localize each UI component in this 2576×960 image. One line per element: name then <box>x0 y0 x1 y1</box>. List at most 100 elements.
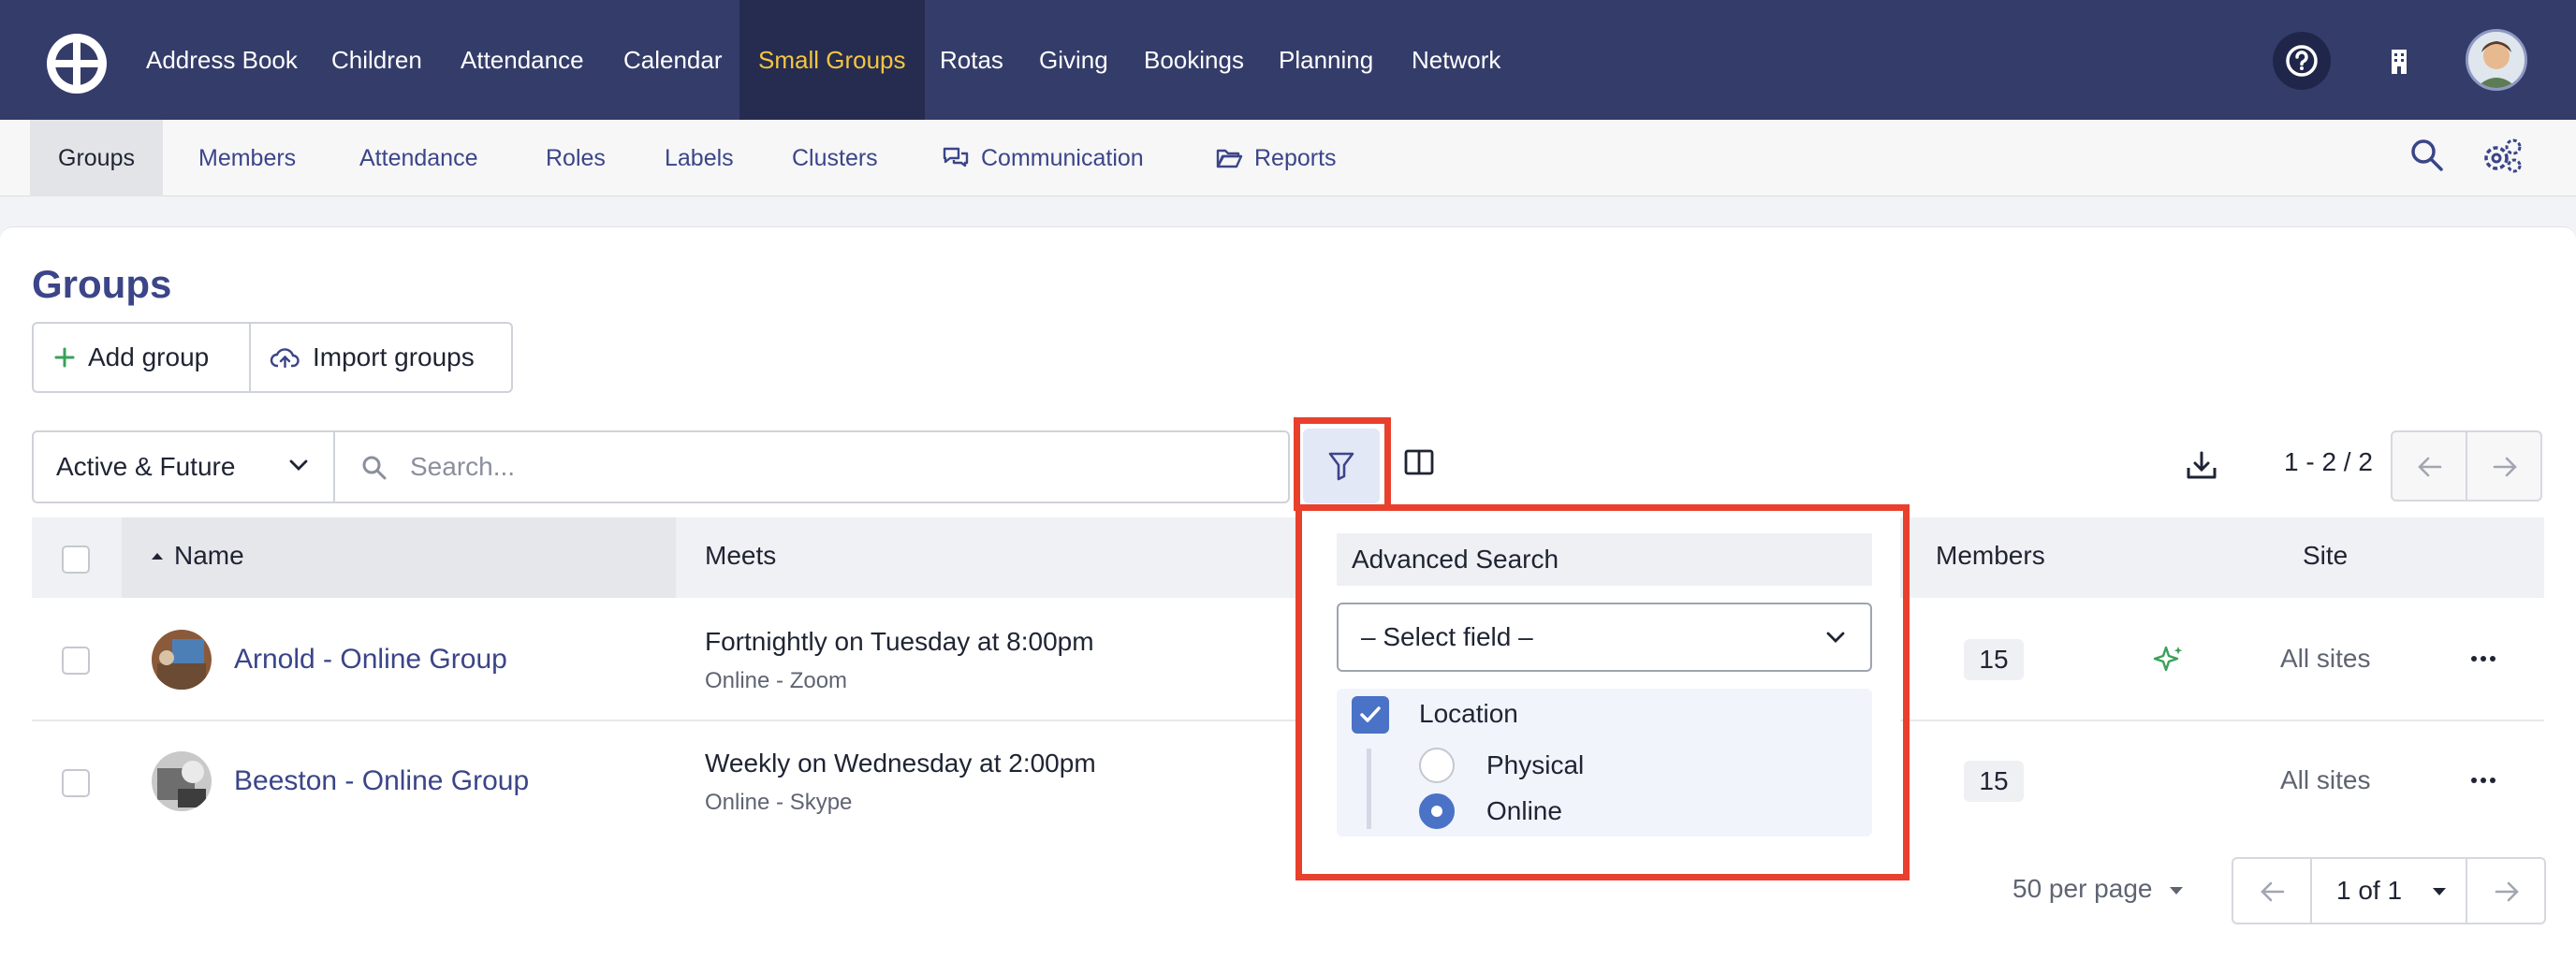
physical-radio-label: Physical <box>1486 750 1585 779</box>
per-page-value: 50 per page <box>2012 874 2153 903</box>
row-checkbox[interactable] <box>62 769 90 797</box>
sub-navigation-bar: Groups Members Attendance Roles Labels C… <box>0 120 2576 196</box>
meets-location: Online - Skype <box>705 790 853 815</box>
status-filter-value: Active & Future <box>56 452 236 481</box>
row-checkbox[interactable] <box>62 647 90 675</box>
subnav-members[interactable]: Members <box>170 120 324 196</box>
more-options-icon[interactable] <box>2469 769 2497 792</box>
caret-down-icon <box>2170 887 2184 895</box>
group-actions: Add group Import groups <box>32 322 513 393</box>
location-checkbox[interactable] <box>1352 696 1389 734</box>
folder-open-icon <box>1216 149 1243 168</box>
name-column-header[interactable]: Name <box>150 541 244 571</box>
meets-schedule: Weekly on Wednesday at 2:00pm <box>705 749 1096 778</box>
user-avatar[interactable] <box>2466 29 2527 91</box>
import-groups-label: Import groups <box>313 342 475 371</box>
bottom-previous-page-button[interactable] <box>2232 857 2312 924</box>
nav-children[interactable]: Children <box>313 0 441 120</box>
name-header-label: Name <box>174 541 244 570</box>
search-input[interactable] <box>410 445 1252 488</box>
nav-bookings[interactable]: Bookings <box>1125 0 1263 120</box>
select-field-value: – Select field – <box>1361 622 1533 651</box>
add-group-button[interactable]: Add group <box>54 324 209 391</box>
arrow-right-icon <box>2493 457 2517 477</box>
nav-planning[interactable]: Planning <box>1260 0 1392 120</box>
add-group-label: Add group <box>88 342 210 371</box>
nav-address-book[interactable]: Address Book <box>127 0 316 120</box>
columns-icon[interactable] <box>1404 449 1434 475</box>
nav-network[interactable]: Network <box>1393 0 1519 120</box>
filter-button-highlight <box>1294 417 1391 511</box>
group-name-link[interactable]: Arnold - Online Group <box>234 644 507 676</box>
status-filter-select[interactable]: Active & Future <box>32 430 335 503</box>
subnav-roles[interactable]: Roles <box>518 120 634 196</box>
sort-ascending-icon <box>152 553 163 560</box>
chevron-down-icon <box>1826 632 1845 643</box>
site-value: All sites <box>2280 644 2371 673</box>
previous-page-button[interactable] <box>2391 430 2467 502</box>
arrow-left-icon <box>2261 881 2285 902</box>
next-page-button[interactable] <box>2466 430 2542 502</box>
import-groups-button[interactable]: Import groups <box>270 324 475 391</box>
button-separator <box>249 324 251 391</box>
site-column-header[interactable]: Site <box>2303 541 2348 571</box>
subnav-reports[interactable]: Reports <box>1187 120 1365 196</box>
meets-location: Online - Zoom <box>705 668 848 693</box>
online-radio-label: Online <box>1486 796 1562 825</box>
location-label: Location <box>1419 699 1518 728</box>
nav-giving[interactable]: Giving <box>1020 0 1127 120</box>
meets-schedule: Fortnightly on Tuesday at 8:00pm <box>705 627 1094 656</box>
row-divider <box>32 720 2544 721</box>
plus-icon <box>54 347 75 368</box>
chat-bubbles-icon <box>943 147 969 167</box>
page-select[interactable]: 1 of 1 <box>2310 857 2467 924</box>
location-filter-panel <box>1337 689 1872 836</box>
settings-gears-icon[interactable] <box>2482 138 2524 175</box>
checkmark-icon <box>1360 706 1381 722</box>
online-radio[interactable] <box>1419 793 1455 829</box>
nav-attendance[interactable]: Attendance <box>442 0 603 120</box>
arrow-left-icon <box>2418 457 2442 477</box>
subnav-communication-label: Communication <box>981 145 1144 171</box>
per-page-select[interactable]: 50 per page <box>2012 874 2184 904</box>
organisation-button[interactable] <box>2370 32 2428 90</box>
search-icon <box>362 456 387 480</box>
nav-rotas[interactable]: Rotas <box>921 0 1022 120</box>
physical-radio[interactable] <box>1419 748 1455 783</box>
download-icon[interactable] <box>2185 449 2218 483</box>
subnav-clusters[interactable]: Clusters <box>764 120 906 196</box>
members-column-header[interactable]: Members <box>1936 541 2045 571</box>
page-title: Groups <box>32 262 172 306</box>
select-field-dropdown[interactable]: – Select field – <box>1337 603 1872 672</box>
more-options-icon[interactable] <box>2469 647 2497 670</box>
advanced-search-title: Advanced Search <box>1337 533 1872 586</box>
group-name-link[interactable]: Beeston - Online Group <box>234 765 529 797</box>
caret-down-icon <box>2433 888 2446 895</box>
members-count: 15 <box>1964 639 2024 680</box>
bottom-next-page-button[interactable] <box>2466 857 2546 924</box>
meets-column-header[interactable]: Meets <box>705 541 776 571</box>
subnav-groups[interactable]: Groups <box>30 120 163 196</box>
subnav-attendance[interactable]: Attendance <box>331 120 506 196</box>
help-circle-icon <box>2286 45 2318 77</box>
sparkle-icon <box>2153 646 2183 672</box>
user-avatar-image <box>2468 32 2525 88</box>
group-avatar-image <box>152 630 212 690</box>
search-field[interactable] <box>333 430 1290 503</box>
subnav-reports-label: Reports <box>1254 145 1337 171</box>
search-icon[interactable] <box>2409 138 2445 173</box>
nav-small-groups[interactable]: Small Groups <box>739 0 925 120</box>
chevron-down-icon <box>289 459 308 471</box>
group-avatar-image <box>152 751 212 811</box>
results-range: 1 - 2 / 2 <box>2284 447 2373 476</box>
subnav-communication[interactable]: Communication <box>914 120 1172 196</box>
select-all-checkbox[interactable] <box>62 545 90 574</box>
group-avatar <box>152 751 212 811</box>
help-button[interactable] <box>2273 32 2331 90</box>
members-count: 15 <box>1964 761 2024 802</box>
group-avatar <box>152 630 212 690</box>
app-logo-icon[interactable] <box>45 32 109 95</box>
top-navigation-bar: Address Book Children Attendance Calenda… <box>0 0 2576 120</box>
subnav-labels[interactable]: Labels <box>637 120 762 196</box>
nav-calendar[interactable]: Calendar <box>605 0 741 120</box>
